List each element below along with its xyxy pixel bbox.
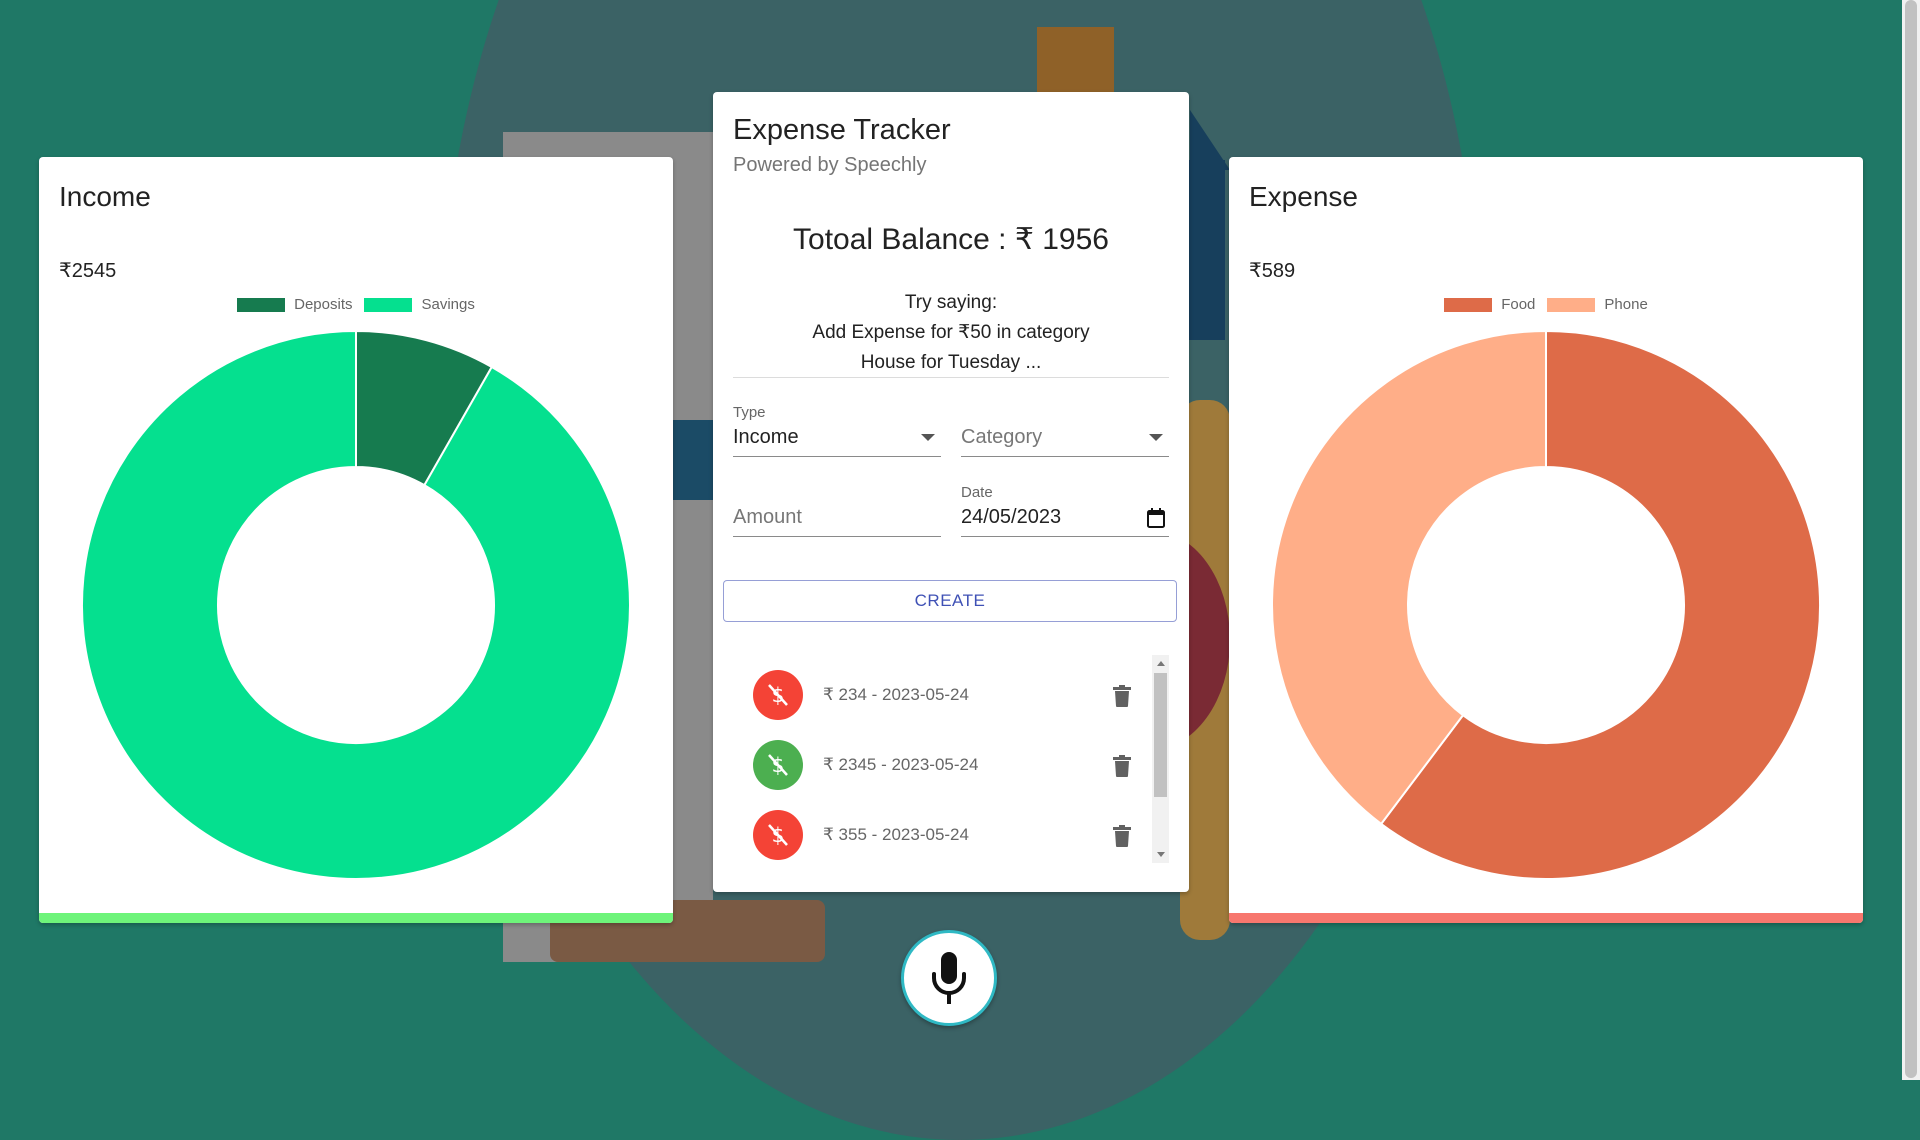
expense-amount: ₹589 (1249, 260, 1296, 282)
expense-legend-swatch (1444, 297, 1493, 312)
amount-placeholder: Amount (733, 506, 802, 528)
trash-icon (1113, 825, 1131, 847)
transaction-list: $₹ 234 - 2023-05-24$₹ 2345 - 2023-05-24$… (733, 655, 1169, 863)
expense-title: Expense (1249, 181, 1358, 212)
transaction-avatar: $ (753, 670, 803, 720)
type-select[interactable]: Type Income (733, 404, 941, 457)
amount-input[interactable]: Amount (733, 484, 941, 537)
transaction-item[interactable]: $ ₹ 2345 - 2023-05-24 (733, 735, 1143, 795)
dollar-off-icon: $ (768, 823, 788, 847)
chevron-down-icon (921, 434, 935, 441)
dollar-off-icon: $ (768, 683, 788, 707)
tracker-title: Expense Tracker (733, 114, 951, 146)
dollar-off-icon: $ (768, 753, 788, 777)
category-placeholder: Category (961, 426, 1043, 448)
trash-icon (1113, 755, 1131, 777)
income-card: Income ₹2545 Deposits Savings (39, 157, 673, 923)
voice-hint-line1: Try saying: (904, 292, 998, 313)
expense-card: Expense ₹589 Food Phone (1229, 157, 1863, 923)
expense-legend-label: Food (1501, 296, 1536, 313)
chevron-down-icon (1149, 434, 1163, 441)
microphone-button[interactable] (901, 930, 997, 1026)
expense-legend: Food Phone (1229, 296, 1863, 316)
expense-tracker-card: Expense Tracker Powered by Speechly Toto… (713, 92, 1189, 892)
income-amount: ₹2545 (59, 260, 117, 282)
income-slice-savings[interactable] (81, 329, 632, 880)
delete-button[interactable] (1113, 755, 1131, 782)
transaction-avatar: $ (753, 740, 803, 790)
date-value: 24/05/2023 (961, 506, 1062, 528)
expense-accent-bar (1229, 913, 1863, 923)
delete-button[interactable] (1113, 685, 1131, 712)
type-value: Income (733, 426, 799, 448)
tracker-subtitle: Powered by Speechly (733, 154, 927, 176)
delete-button[interactable] (1113, 825, 1131, 852)
income-legend: Deposits Savings (39, 296, 673, 316)
calendar-icon[interactable] (1147, 508, 1165, 528)
transaction-item[interactable]: $ ₹ 355 - 2023-05-24 (733, 805, 1143, 863)
voice-hint: Try saying: Add Expense for ₹50 in categ… (733, 288, 1169, 378)
category-select[interactable]: Category (961, 404, 1169, 457)
expense-legend-item[interactable]: Phone (1547, 296, 1648, 313)
transaction-text: ₹ 234 - 2023-05-24 (823, 685, 969, 704)
income-legend-item[interactable]: Savings (364, 296, 475, 313)
divider (733, 377, 1169, 378)
income-accent-bar (39, 913, 673, 923)
income-title: Income (59, 181, 151, 212)
income-legend-label: Deposits (294, 296, 353, 313)
list-scrollbar[interactable] (1152, 655, 1169, 863)
voice-hint-line2: Add Expense for ₹50 in category (812, 322, 1090, 343)
transaction-text: ₹ 355 - 2023-05-24 (823, 825, 969, 844)
income-legend-swatch (364, 297, 413, 312)
page-scrollbar[interactable] (1902, 0, 1920, 1080)
income-legend-swatch (237, 297, 286, 312)
income-donut-chart (81, 329, 632, 880)
list-scrollbar-thumb[interactable] (1154, 673, 1167, 797)
voice-hint-line3: House for Tuesday ... (860, 352, 1042, 373)
expense-legend-swatch (1547, 297, 1596, 312)
transaction-avatar: $ (753, 810, 803, 860)
date-input[interactable]: Date 24/05/2023 (961, 484, 1169, 537)
microphone-icon (932, 952, 966, 1004)
date-label: Date (961, 484, 993, 501)
transaction-item[interactable]: $ ₹ 234 - 2023-05-24 (733, 665, 1143, 725)
expense-donut-chart (1271, 329, 1821, 880)
scroll-down-arrow-icon[interactable] (1157, 852, 1165, 857)
expense-legend-label: Phone (1604, 296, 1648, 313)
total-balance: Totoal Balance : ₹ 1956 (793, 223, 1109, 256)
trash-icon (1113, 685, 1131, 707)
income-legend-item[interactable]: Deposits (237, 296, 352, 313)
scroll-up-arrow-icon[interactable] (1157, 661, 1165, 666)
type-label: Type (733, 404, 766, 421)
expense-legend-item[interactable]: Food (1444, 296, 1535, 313)
transaction-text: ₹ 2345 - 2023-05-24 (823, 755, 979, 774)
page-scrollbar-thumb[interactable] (1905, 0, 1917, 1078)
income-legend-label: Savings (421, 296, 475, 313)
create-button[interactable]: CREATE (723, 580, 1177, 622)
